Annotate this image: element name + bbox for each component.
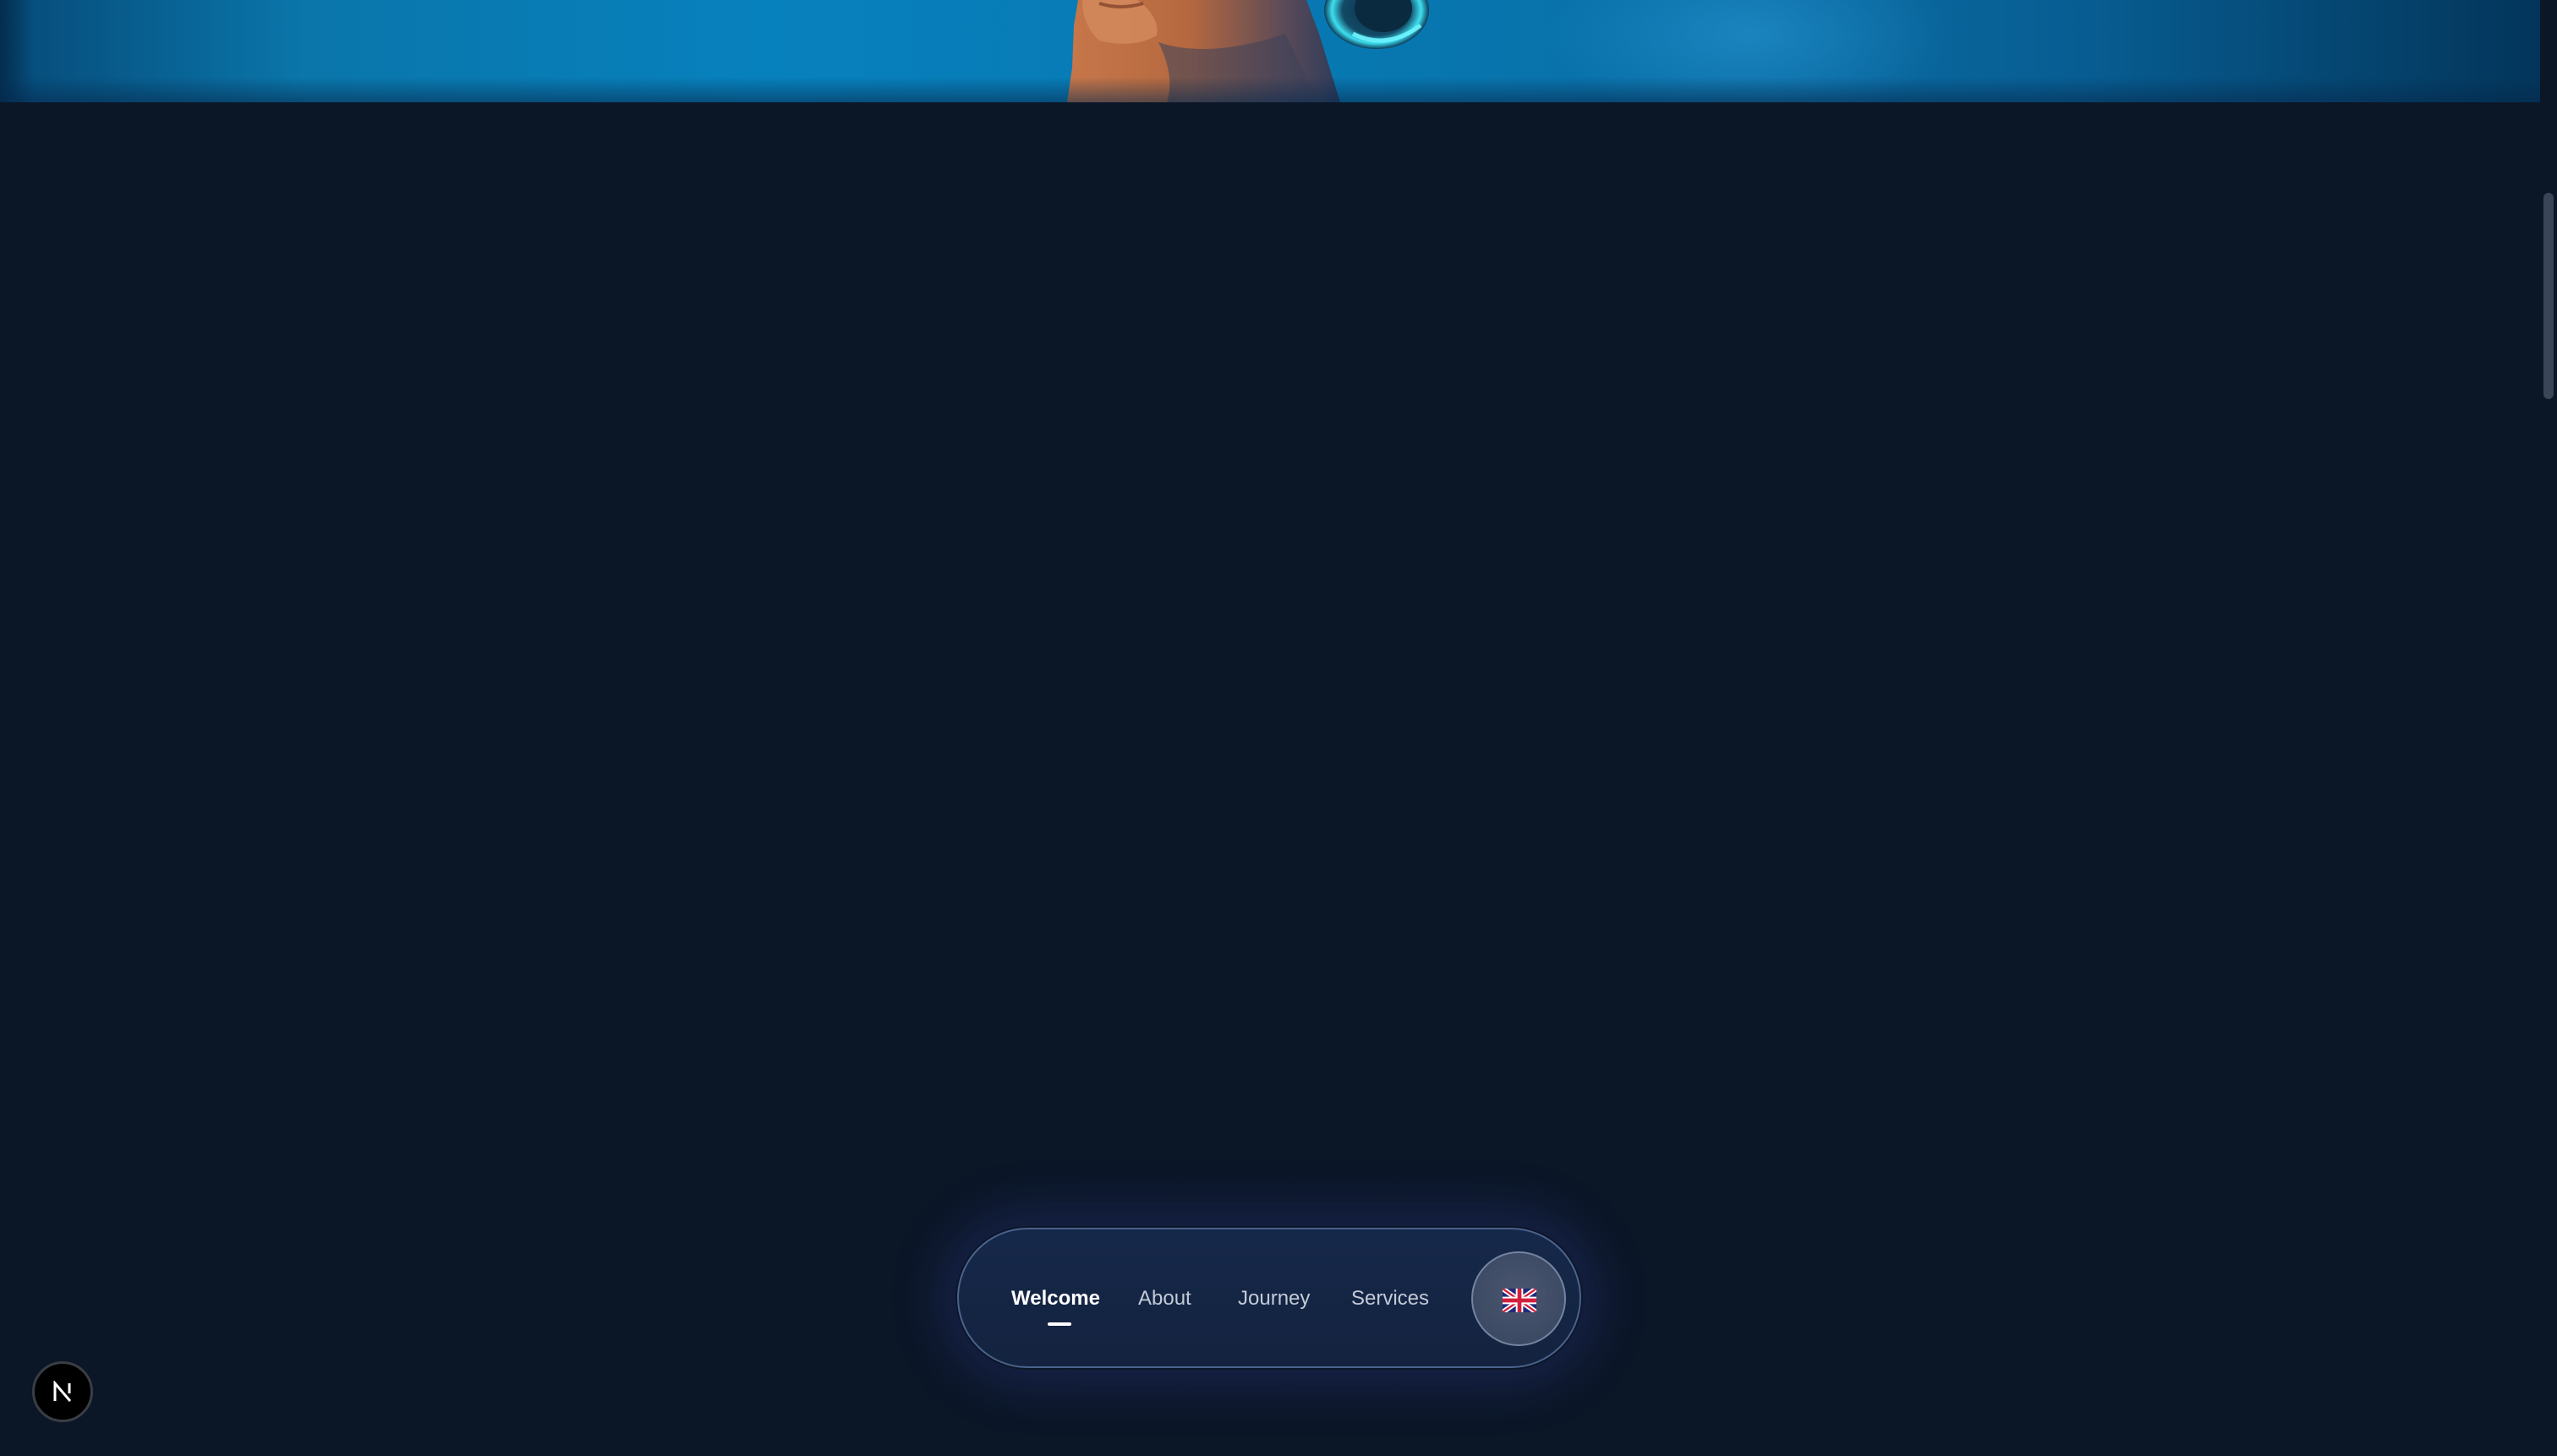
nav-item-about[interactable]: About xyxy=(1138,1284,1191,1314)
hero-bottom-shade xyxy=(0,77,2540,102)
nav-active-indicator xyxy=(1048,1322,1071,1326)
nextjs-badge-button[interactable] xyxy=(32,1361,93,1422)
nav-item-welcome[interactable]: Welcome xyxy=(1011,1284,1100,1314)
scrollbar-track[interactable] xyxy=(2540,0,2557,1456)
hero-image xyxy=(0,0,2540,102)
floating-nav: Welcome About Journey Services xyxy=(957,1228,1581,1368)
nav-item-services[interactable]: Services xyxy=(1351,1284,1429,1314)
page: Welcome About Journey Services xyxy=(0,0,2557,1456)
scrollbar-thumb[interactable] xyxy=(2543,193,2554,399)
nav-item-journey[interactable]: Journey xyxy=(1238,1284,1310,1314)
language-switch-button[interactable] xyxy=(1471,1251,1566,1346)
nextjs-logo-icon xyxy=(53,1381,72,1402)
uk-flag-icon xyxy=(1503,1289,1536,1312)
